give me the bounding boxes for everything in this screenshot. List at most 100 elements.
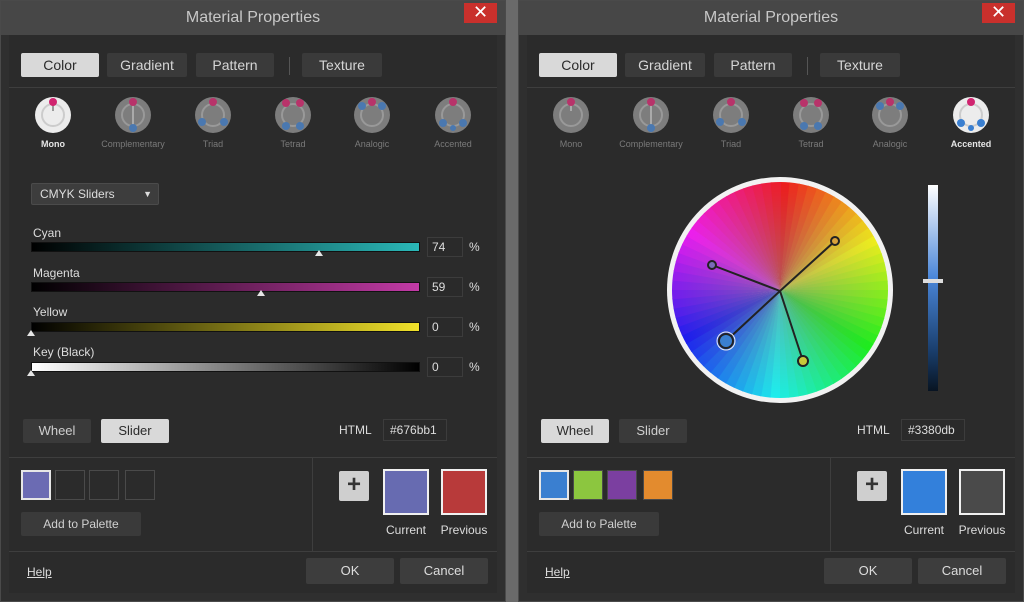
magenta-slider-thumb[interactable] (256, 290, 265, 296)
harmony-analogic[interactable]: Analogic (340, 95, 404, 149)
tab-color[interactable]: Color (21, 53, 99, 77)
harmony-accented[interactable]: Accented (939, 95, 1003, 149)
add-color-button[interactable]: + (339, 471, 369, 501)
slider-button[interactable]: Slider (619, 419, 687, 443)
yellow-slider[interactable] (31, 322, 420, 332)
divider (9, 551, 497, 552)
close-button[interactable]: ✕ (464, 3, 497, 23)
harmony-handle[interactable] (797, 355, 809, 367)
previous-label: Previous (958, 523, 1006, 537)
plus-icon: + (346, 471, 361, 498)
current-color-swatch (383, 469, 429, 515)
tab-texture[interactable]: Texture (302, 53, 382, 77)
harmony-label: Triad (202, 139, 224, 149)
harmony-label: Triad (720, 139, 742, 149)
html-label: HTML (339, 423, 372, 437)
divider (527, 87, 1015, 88)
ok-button[interactable]: OK (824, 558, 912, 584)
yellow-value-input[interactable]: 0 (427, 317, 463, 337)
palette-swatch[interactable] (125, 470, 155, 500)
accented-harmony-icon (435, 97, 471, 133)
triad-harmony-icon (195, 97, 231, 133)
analogic-harmony-icon (872, 97, 908, 133)
add-color-button[interactable]: + (857, 471, 887, 501)
material-properties-dialog-left: Material Properties ✕ Color Gradient Pat… (0, 0, 506, 602)
dropdown-value: CMYK Sliders (40, 187, 115, 201)
tab-pattern[interactable]: Pattern (714, 53, 792, 77)
harmony-tetrad[interactable]: Tetrad (261, 95, 325, 149)
divider (527, 551, 1015, 552)
tab-gradient[interactable]: Gradient (625, 53, 705, 77)
harmony-triad[interactable]: Triad (181, 95, 245, 149)
dialog-content: Color Gradient Pattern Texture Mono Comp… (527, 35, 1015, 593)
cyan-value-input[interactable]: 74 (427, 237, 463, 257)
color-wheel[interactable] (665, 175, 895, 405)
harmony-handle[interactable] (707, 260, 717, 270)
ok-button[interactable]: OK (306, 558, 394, 584)
close-icon: ✕ (990, 2, 1007, 22)
palette-swatch[interactable] (607, 470, 637, 500)
add-to-palette-button[interactable]: Add to Palette (539, 512, 659, 536)
material-properties-dialog-right: Material Properties ✕ Color Gradient Pat… (518, 0, 1024, 602)
palette-swatch[interactable] (643, 470, 673, 500)
previous-color-swatch[interactable] (959, 469, 1005, 515)
dialog-title: Material Properties (185, 9, 321, 26)
brightness-slider[interactable] (928, 185, 938, 391)
magenta-slider[interactable] (31, 282, 420, 292)
close-button[interactable]: ✕ (982, 3, 1015, 23)
harmony-label: Accented (950, 139, 992, 149)
harmony-tetrad[interactable]: Tetrad (779, 95, 843, 149)
yellow-unit: % (469, 320, 480, 334)
current-label: Current (385, 523, 426, 537)
wheel-button[interactable]: Wheel (23, 419, 91, 443)
magenta-label: Magenta (33, 266, 80, 280)
key-slider[interactable] (31, 362, 420, 372)
html-value-input[interactable]: #676bb1 (383, 419, 447, 441)
title-bar: Material Properties ✕ (1, 1, 505, 35)
harmony-analogic[interactable]: Analogic (858, 95, 922, 149)
html-label: HTML (857, 423, 890, 437)
palette-swatch[interactable] (539, 470, 569, 500)
slider-button[interactable]: Slider (101, 419, 169, 443)
palette-swatch[interactable] (573, 470, 603, 500)
harmony-mono[interactable]: Mono (539, 95, 603, 149)
palette-swatch[interactable] (55, 470, 85, 500)
html-value-input[interactable]: #3380db (901, 419, 965, 441)
color-mode-dropdown[interactable]: CMYK Sliders ▼ (31, 183, 159, 205)
previous-label: Previous (440, 523, 488, 537)
add-to-palette-button[interactable]: Add to Palette (21, 512, 141, 536)
harmony-complementary[interactable]: Complementary (101, 95, 165, 149)
cyan-unit: % (469, 240, 480, 254)
help-link[interactable]: Help (545, 565, 570, 579)
wheel-button[interactable]: Wheel (541, 419, 609, 443)
magenta-value-input[interactable]: 59 (427, 277, 463, 297)
accented-harmony-icon (953, 97, 989, 133)
key-unit: % (469, 360, 480, 374)
harmony-mono[interactable]: Mono (21, 95, 85, 149)
key-value-input[interactable]: 0 (427, 357, 463, 377)
tab-pattern[interactable]: Pattern (196, 53, 274, 77)
cyan-slider-thumb[interactable] (314, 250, 323, 256)
key-slider-thumb[interactable] (27, 370, 35, 376)
harmony-complementary[interactable]: Complementary (619, 95, 683, 149)
palette-swatch[interactable] (21, 470, 51, 500)
plus-icon: + (864, 471, 879, 498)
previous-color-swatch[interactable] (441, 469, 487, 515)
tab-gradient[interactable]: Gradient (107, 53, 187, 77)
yellow-slider-thumb[interactable] (27, 330, 35, 336)
harmony-accented[interactable]: Accented (421, 95, 485, 149)
magenta-unit: % (469, 280, 480, 294)
tetrad-harmony-icon (793, 97, 829, 133)
cyan-slider[interactable] (31, 242, 420, 252)
palette-swatch[interactable] (89, 470, 119, 500)
section-separator (312, 457, 313, 551)
harmony-primary-handle[interactable] (718, 333, 734, 349)
brightness-slider-handle[interactable] (923, 279, 943, 283)
tab-texture[interactable]: Texture (820, 53, 900, 77)
tab-color[interactable]: Color (539, 53, 617, 77)
cancel-button[interactable]: Cancel (918, 558, 1006, 584)
harmony-handle[interactable] (830, 236, 840, 246)
harmony-triad[interactable]: Triad (699, 95, 763, 149)
cancel-button[interactable]: Cancel (400, 558, 488, 584)
help-link[interactable]: Help (27, 565, 52, 579)
